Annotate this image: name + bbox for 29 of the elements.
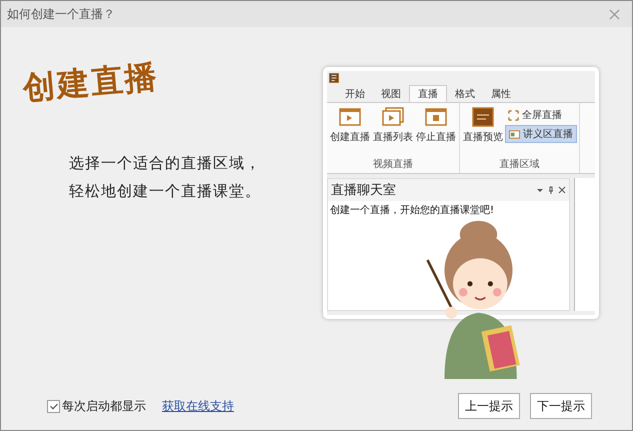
window-title: 如何创建一个直播？ <box>7 6 116 22</box>
heading: 创建直播 <box>21 56 161 109</box>
ribbon-button[interactable]: 直播列表 <box>372 105 414 146</box>
dropdown-icon[interactable] <box>536 186 544 194</box>
close-icon[interactable] <box>558 186 566 194</box>
panel-title: 直播聊天室 <box>331 182 397 199</box>
group-label: 直播区域 <box>498 158 540 172</box>
app-icon <box>329 73 339 83</box>
ribbon-button[interactable]: 全屏直播 <box>505 107 577 123</box>
tip-button[interactable]: 上一提示 <box>458 393 520 419</box>
ribbon-button[interactable]: 直播预览 <box>462 105 504 146</box>
description-text: 轻松地创建一个直播课堂。 <box>69 181 262 202</box>
online-support-link[interactable]: 获取在线支持 <box>162 398 234 414</box>
window-icon <box>509 128 520 140</box>
pin-icon[interactable] <box>547 186 555 194</box>
fullscreen-icon <box>508 110 519 120</box>
ribbon-tab[interactable]: 属性 <box>483 86 519 102</box>
ribbon-tab[interactable]: 视图 <box>373 86 409 102</box>
ribbon-tab[interactable]: 格式 <box>447 86 483 102</box>
ribbon-tab[interactable]: 开始 <box>337 86 373 102</box>
group-label: 视频直播 <box>372 158 414 172</box>
ribbon-button[interactable]: 创建直播 <box>329 105 371 146</box>
ribbon-button[interactable]: 讲义区直播 <box>505 125 577 143</box>
tip-button[interactable]: 下一提示 <box>530 393 592 419</box>
chat-message: 创建一个直播，开始您的直播课堂吧! <box>329 204 496 218</box>
description-text: 选择一个适合的直播区域， <box>69 153 262 174</box>
show-on-startup-checkbox[interactable]: 每次启动都显示 <box>47 398 146 414</box>
ribbon-button[interactable]: 停止直播 <box>415 105 457 146</box>
ribbon-tab[interactable]: 直播 <box>409 85 447 102</box>
